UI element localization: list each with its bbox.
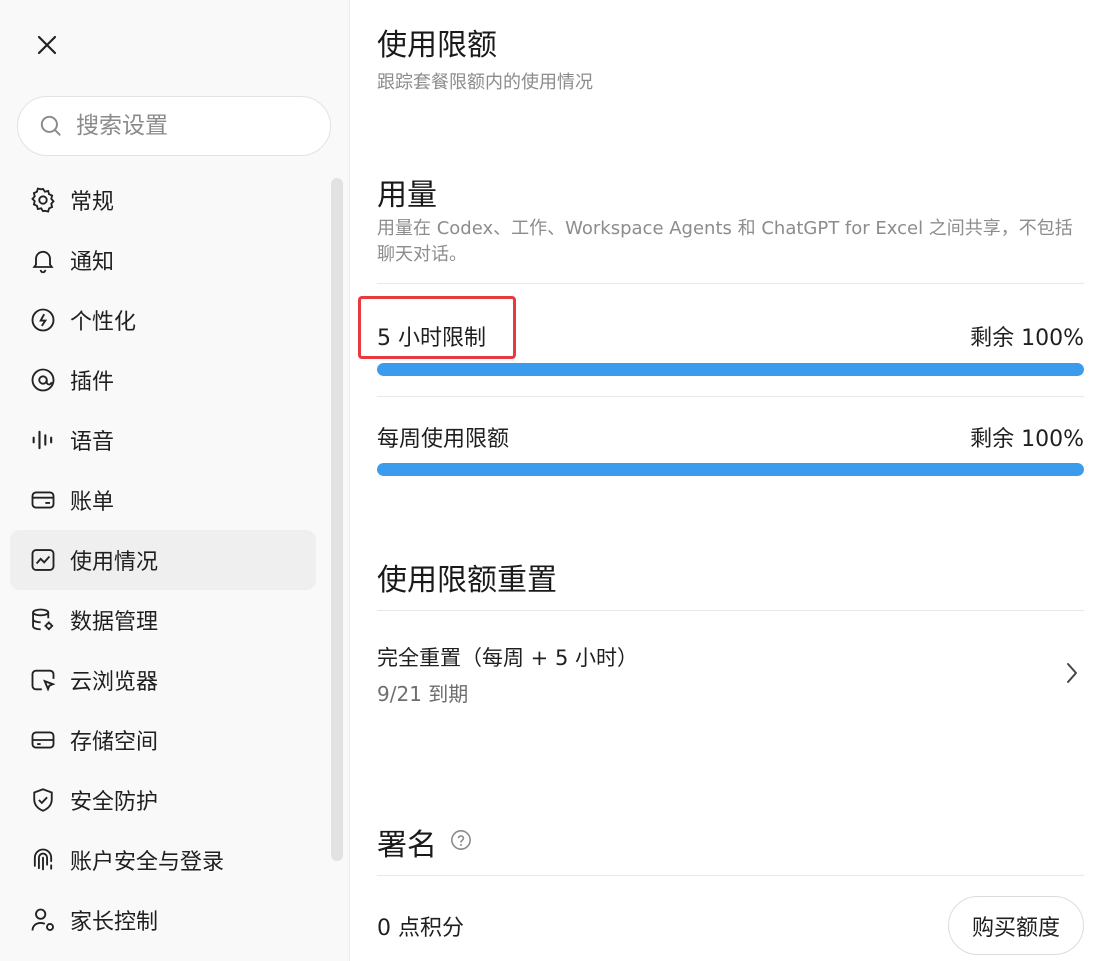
search-input[interactable] — [76, 113, 316, 139]
sidebar-item-personalization[interactable]: 个性化 — [10, 290, 316, 350]
sidebar-item-notifications[interactable]: 通知 — [10, 230, 316, 290]
usage-description: 用量在 Codex、工作、Workspace Agents 和 ChatGPT … — [377, 218, 1073, 265]
personalization-icon — [28, 305, 58, 335]
sidebar-item-label: 安全防护 — [70, 790, 159, 815]
full-reset-expiry: 9/21 到期 — [377, 682, 469, 706]
sidebar-item-plugins[interactable]: 插件 — [10, 350, 316, 410]
sidebar-item-label: 存储空间 — [70, 730, 159, 755]
sidebar-item-label: 账户安全与登录 — [70, 850, 225, 875]
five-hour-limit-progress — [377, 363, 1084, 376]
divider — [377, 283, 1084, 284]
sidebar-item-label: 数据管理 — [70, 610, 159, 635]
sidebar-item-account-security[interactable]: 账户安全与登录 — [10, 830, 316, 890]
usage-settings-panel: 使用限额 跟踪套餐限额内的使用情况 用量 用量在 Codex、工作、Worksp… — [351, 0, 1117, 961]
sidebar-item-label: 常规 — [70, 190, 115, 215]
sidebar-item-usage[interactable]: 使用情况 — [10, 530, 316, 590]
weekly-limit-remaining: 剩余 100% — [970, 427, 1084, 452]
sidebar-item-storage[interactable]: 存储空间 — [10, 710, 316, 770]
full-reset-title: 完全重置（每周 + 5 小时） — [377, 646, 638, 670]
sidebar-item-label: 语音 — [70, 430, 115, 455]
settings-sidebar: 常规 通知 个性化 插件 语音 — [0, 0, 350, 961]
sidebar-item-billing[interactable]: 账单 — [10, 470, 316, 530]
weekly-limit-progress — [377, 463, 1084, 476]
sidebar-item-label: 通知 — [70, 250, 115, 275]
sidebar-item-security[interactable]: 安全防护 — [10, 770, 316, 830]
database-settings-icon — [28, 605, 58, 635]
attribution-heading: 署名 — [377, 828, 437, 863]
help-icon[interactable] — [450, 829, 472, 851]
voice-icon — [28, 425, 58, 455]
sidebar-item-parental-controls[interactable]: 家长控制 — [10, 890, 316, 950]
sidebar-item-label: 家长控制 — [70, 910, 159, 935]
parental-control-icon — [28, 905, 58, 935]
cloud-browser-icon — [28, 665, 58, 695]
buy-credits-button[interactable]: 购买额度 — [948, 896, 1084, 955]
sidebar-item-general[interactable]: 常规 — [10, 170, 316, 230]
usage-heading: 用量 — [377, 178, 437, 213]
sidebar-item-label: 使用情况 — [70, 550, 159, 575]
wallet-icon — [28, 485, 58, 515]
sidebar-item-label: 云浏览器 — [70, 670, 159, 695]
sidebar-nav: 常规 通知 个性化 插件 语音 账单 使用情况 数据管理 云浏览器 存储空间 安… — [10, 170, 316, 950]
close-icon — [37, 35, 57, 55]
sidebar-item-cloud-browser[interactable]: 云浏览器 — [10, 650, 316, 710]
page-subtitle: 跟踪套餐限额内的使用情况 — [377, 72, 593, 93]
highlight-box — [358, 296, 516, 359]
storage-icon — [28, 725, 58, 755]
full-reset-row[interactable]: 完全重置（每周 + 5 小时） 9/21 到期 — [377, 640, 1084, 710]
page-title: 使用限额 — [377, 28, 497, 63]
close-button[interactable] — [30, 28, 64, 62]
sidebar-item-label: 插件 — [70, 370, 115, 395]
reset-heading: 使用限额重置 — [377, 563, 557, 598]
divider — [377, 396, 1084, 397]
search-icon — [40, 115, 61, 136]
five-hour-limit-progress-fill — [377, 363, 1084, 376]
sidebar-item-voice[interactable]: 语音 — [10, 410, 316, 470]
fingerprint-icon — [28, 845, 58, 875]
weekly-limit-label: 每周使用限额 — [377, 427, 510, 452]
divider — [377, 610, 1084, 611]
shield-icon — [28, 785, 58, 815]
sidebar-item-data-controls[interactable]: 数据管理 — [10, 590, 316, 650]
bell-icon — [28, 245, 58, 275]
sidebar-item-label: 账单 — [70, 490, 115, 515]
credits-balance: 0 点积分 — [377, 916, 464, 941]
five-hour-limit-remaining: 剩余 100% — [970, 326, 1084, 351]
sidebar-scrollbar[interactable] — [331, 178, 343, 861]
usage-chart-icon — [28, 545, 58, 575]
weekly-limit-progress-fill — [377, 463, 1084, 476]
sidebar-item-label: 个性化 — [70, 310, 137, 335]
chevron-right-icon — [1067, 663, 1077, 683]
divider — [377, 875, 1084, 876]
gear-icon — [28, 185, 58, 215]
plugin-icon — [28, 365, 58, 395]
search-box — [17, 96, 331, 156]
